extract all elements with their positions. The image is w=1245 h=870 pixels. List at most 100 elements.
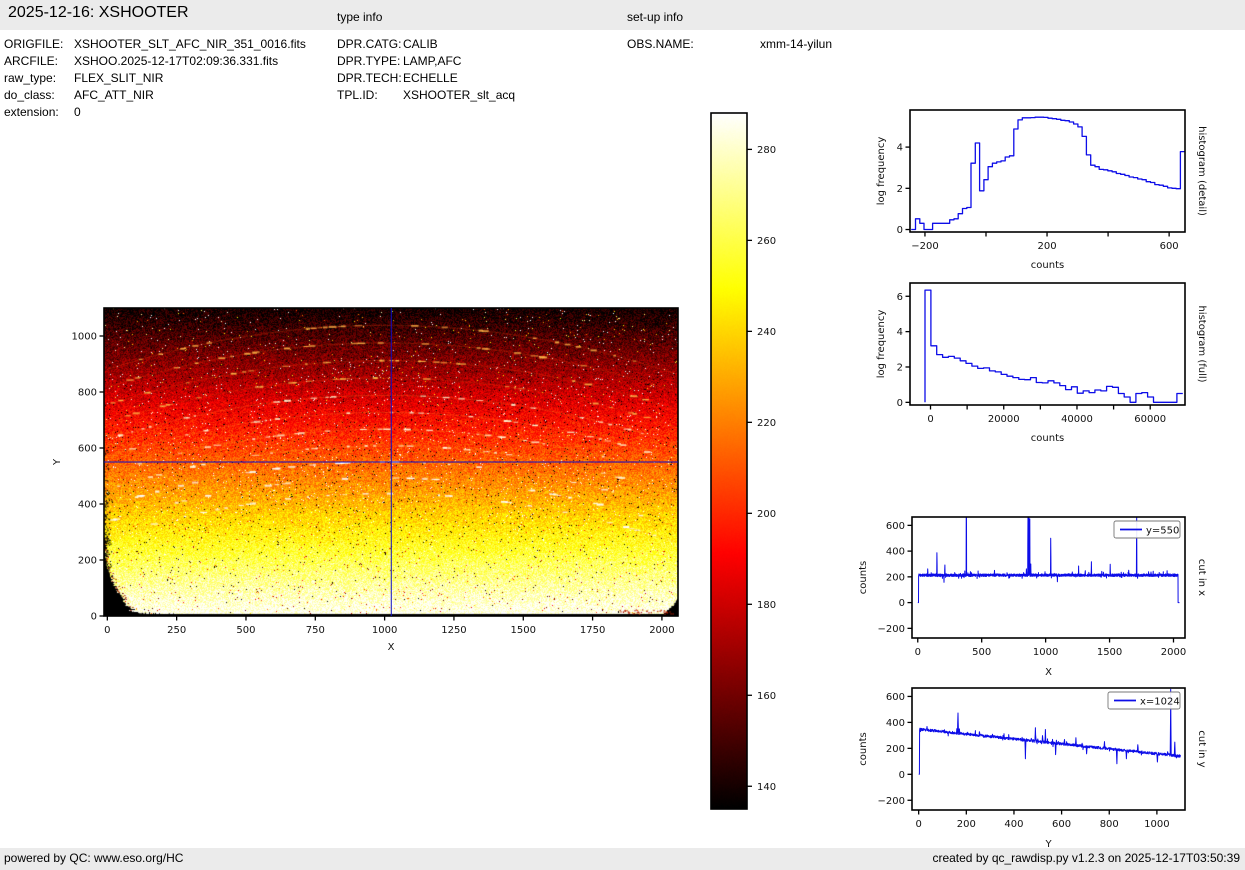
cut-in-x-ytick-label: 200 bbox=[886, 572, 905, 583]
footer-powered-by: powered by QC: www.eso.org/HC bbox=[4, 851, 184, 865]
cut-in-x-series bbox=[917, 517, 1180, 604]
cut-in-y-ytick-label: 0 bbox=[899, 770, 905, 781]
type-info-label: DPR.TYPE: bbox=[337, 54, 401, 68]
type-info-row: DPR.TYPE: LAMP,AFC bbox=[337, 53, 515, 70]
cut-in-x-ytick-label: −200 bbox=[878, 624, 905, 635]
cut-in-y-ytick-label: 400 bbox=[886, 718, 905, 729]
histogram-full-xtick-label: 0 bbox=[927, 414, 933, 425]
section-title-setup-info: set-up info bbox=[627, 10, 684, 24]
setup-info-value: xmm-14-yilun bbox=[760, 37, 833, 51]
setup-info-row: OBS.NAME: xmm-14-yilun bbox=[627, 36, 832, 53]
histogram-detail-frame bbox=[909, 109, 1186, 233]
cut-in-x-xlabel: X bbox=[1045, 667, 1052, 678]
detector-image-ylabel: Y bbox=[52, 458, 63, 466]
file-info-row: ORIGFILE: XSHOOTER_SLT_AFC_NIR_351_0016.f… bbox=[4, 36, 306, 53]
colorbar-gradient bbox=[711, 113, 747, 809]
histogram-full-ytick-label: 6 bbox=[897, 292, 903, 303]
type-info-row: TPL.ID: XSHOOTER_slt_acq bbox=[337, 87, 515, 104]
type-info-value: XSHOOTER_slt_acq bbox=[403, 88, 516, 102]
file-info-block: ORIGFILE: XSHOOTER_SLT_AFC_NIR_351_0016.f… bbox=[4, 36, 306, 121]
setup-info-block: OBS.NAME: xmm-14-yilun bbox=[627, 36, 832, 53]
histogram-full-xtick-label: 60000 bbox=[1134, 414, 1166, 425]
cut-in-x-xtick-label: 0 bbox=[915, 647, 921, 658]
cut-in-x-xtick-label: 1000 bbox=[1033, 647, 1058, 658]
section-title-type-info: type info bbox=[337, 10, 383, 24]
type-info-label: TPL.ID: bbox=[337, 88, 378, 102]
footer-created-by: created by qc_rawdisp.py v1.2.3 on 2025-… bbox=[932, 851, 1240, 865]
cut-in-y-plot: 0 200 400 600 800 1000−2000200400600Ycounts cu… bbox=[858, 687, 1207, 850]
cut-in-y-xtick-label: 1000 bbox=[1144, 819, 1169, 830]
histogram-detail-ylabel: log frequency bbox=[876, 137, 887, 206]
histogram-full-plot: 0 20000 40000 60000 0 2 4 6 counts log frequency h… bbox=[876, 282, 1207, 444]
cut-in-x-frame bbox=[911, 516, 1186, 639]
setup-info-label: OBS.NAME: bbox=[627, 37, 694, 51]
histogram-detail-plot: −200 200 600 0 2 4 counts log frequency histogra… bbox=[876, 109, 1207, 271]
header-bar: 2025-12-16: XSHOOTER type info set-up in… bbox=[0, 0, 1245, 30]
histogram-full-ylabel: log frequency bbox=[876, 310, 887, 379]
detector-image-xtick-label: 250 bbox=[167, 625, 186, 636]
colorbar-tick-label: 280 bbox=[757, 145, 776, 156]
detector-image-xtick-label: 1250 bbox=[441, 625, 466, 636]
cut-in-x-ytick-label: 0 bbox=[899, 598, 905, 609]
file-info-row: do_class: AFC_ATT_NIR bbox=[4, 87, 306, 104]
cut-in-x-ytick-label: 600 bbox=[886, 521, 905, 532]
cut-in-y-ytick-label: 600 bbox=[886, 692, 905, 703]
cut-in-y-legend-box bbox=[1107, 691, 1181, 710]
detector-image-xtick-label: 0 bbox=[104, 625, 110, 636]
file-info-value: XSHOO.2025-12-17T02:09:36.331.fits bbox=[74, 54, 279, 68]
type-info-row: DPR.TECH: ECHELLE bbox=[337, 70, 515, 87]
histogram-detail-ytick-label: 2 bbox=[897, 184, 903, 195]
detector-image-ytick-label: 0 bbox=[91, 612, 97, 623]
histogram-detail-ytick-label: 0 bbox=[897, 225, 903, 236]
detector-image-xtick-label: 1500 bbox=[511, 625, 536, 636]
cut-in-x-plot: 0 500 1000 1500 2000 −200 0 200 400 600 Xcounts cut… bbox=[858, 516, 1207, 678]
histogram-detail-ytick-label: 4 bbox=[897, 143, 903, 154]
file-info-row: ARCFILE: XSHOO.2025-12-17T02:09:36.331.fi… bbox=[4, 53, 306, 70]
cut-in-y-ytick-label: 200 bbox=[886, 744, 905, 755]
histogram-full-series bbox=[924, 289, 1183, 403]
type-info-block: DPR.CATG: CALIB DPR.TYPE: LAMP,AFC DPR.TECH:… bbox=[337, 36, 515, 104]
type-info-value: ECHELLE bbox=[403, 71, 458, 85]
cut-in-x-xtick-label: 2000 bbox=[1161, 647, 1186, 658]
file-info-value: AFC_ATT_NIR bbox=[74, 88, 154, 102]
cut-in-x-legend-box bbox=[1113, 520, 1181, 539]
detector-image-xlabel: X bbox=[388, 642, 395, 653]
colorbar-tick-label: 160 bbox=[757, 691, 776, 702]
type-info-label: DPR.CATG: bbox=[337, 37, 402, 51]
histogram-full-ytick-label: 0 bbox=[897, 398, 903, 409]
histogram-detail-right-label: histogram (detail) bbox=[1196, 126, 1207, 216]
detector-image-ytick-label: 1000 bbox=[72, 332, 97, 343]
qc-report-page: 2025-12-16: XSHOOTER type info set-up in… bbox=[0, 0, 1245, 870]
colorbar-tick-label: 200 bbox=[757, 509, 776, 520]
file-info-label: raw_type: bbox=[4, 71, 57, 85]
detector-image-xtick-label: 2000 bbox=[649, 625, 674, 636]
cut-in-x-xtick-label: 500 bbox=[972, 647, 991, 658]
histogram-detail-xtick-label: −200 bbox=[911, 241, 938, 252]
cut-in-x-ytick-label: 400 bbox=[886, 547, 905, 558]
cut-in-y-xtick-label: 200 bbox=[957, 819, 976, 830]
cut-in-y-right-label: cut in y bbox=[1196, 730, 1207, 767]
cut-in-x-right-label: cut in x bbox=[1196, 559, 1207, 596]
file-info-value: XSHOOTER_SLT_AFC_NIR_351_0016.fits bbox=[74, 37, 306, 51]
histogram-full-ytick-label: 4 bbox=[897, 327, 903, 338]
file-info-row: raw_type: FLEX_SLIT_NIR bbox=[4, 70, 306, 87]
detector-image-ytick-label: 400 bbox=[78, 500, 97, 511]
histogram-detail-xlabel: counts bbox=[1031, 260, 1064, 271]
histogram-full-ytick-label: 2 bbox=[897, 362, 903, 373]
file-info-row: extension: 0 bbox=[4, 104, 306, 121]
detector-image-xtick-label: 1000 bbox=[372, 625, 397, 636]
histogram-full-xlabel: counts bbox=[1031, 433, 1064, 444]
file-info-value: FLEX_SLIT_NIR bbox=[74, 71, 164, 85]
type-info-value: LAMP,AFC bbox=[403, 54, 462, 68]
histogram-detail-series bbox=[911, 116, 1185, 231]
detector-image-xtick-label: 750 bbox=[306, 625, 325, 636]
file-info-label: extension: bbox=[4, 105, 59, 119]
cut-in-x-ylabel: counts bbox=[858, 561, 869, 594]
file-info-label: ARCFILE: bbox=[4, 54, 59, 68]
histogram-detail-xtick-label: 200 bbox=[1037, 241, 1056, 252]
histogram-full-xtick-label: 40000 bbox=[1061, 414, 1093, 425]
cut-in-y-ylabel: counts bbox=[858, 732, 869, 765]
cut-in-y-xtick-label: 800 bbox=[1100, 819, 1119, 830]
histogram-detail-xtick-label: 600 bbox=[1160, 241, 1179, 252]
page-title: 2025-12-16: XSHOOTER bbox=[8, 4, 189, 21]
